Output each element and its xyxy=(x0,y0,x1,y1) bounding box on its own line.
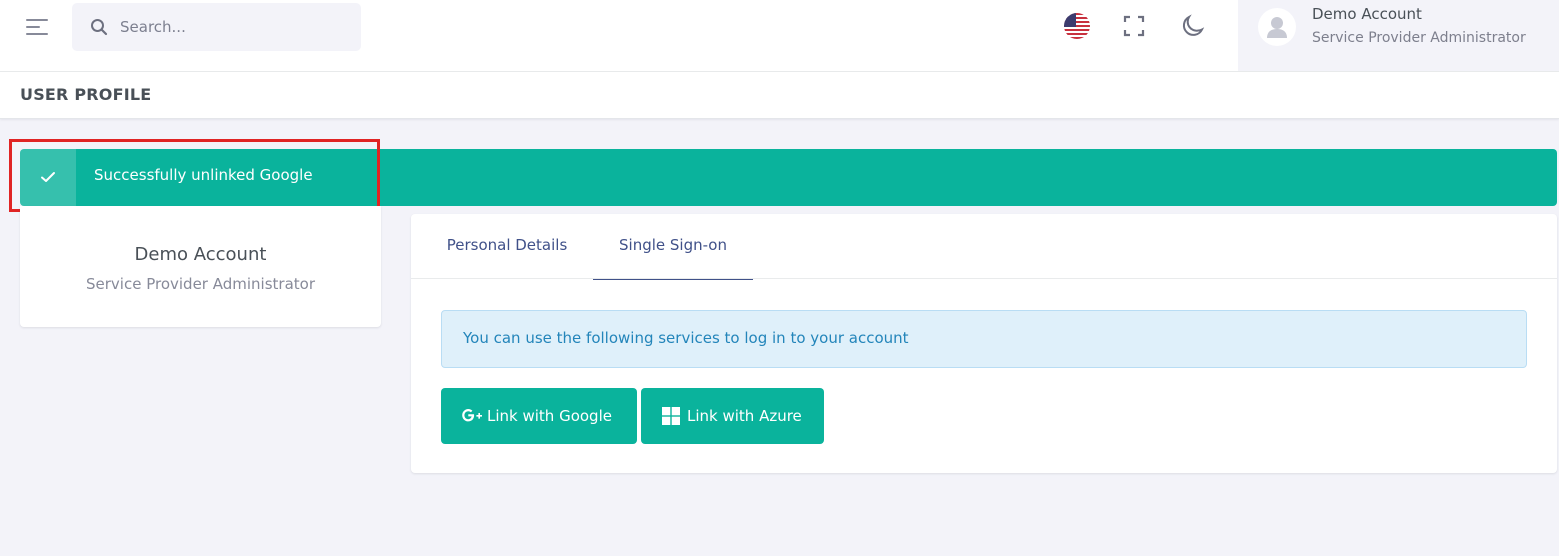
dark-mode-moon-icon[interactable] xyxy=(1180,13,1206,39)
profile-tabs-card: Personal Details Single Sign-on You can … xyxy=(411,214,1557,473)
link-google-button[interactable]: Link with Google xyxy=(441,388,637,444)
active-tab-indicator xyxy=(593,279,753,280)
avatar xyxy=(1258,8,1296,46)
google-plus-icon xyxy=(462,409,482,422)
tab-single-sign-on[interactable]: Single Sign-on xyxy=(593,214,753,280)
profile-card: Demo Account Service Provider Administra… xyxy=(20,206,381,327)
info-alert: You can use the following services to lo… xyxy=(441,310,1527,368)
windows-icon xyxy=(662,407,680,425)
check-icon xyxy=(20,149,76,206)
tab-label: Single Sign-on xyxy=(619,236,727,254)
alert-message: Successfully unlinked Google xyxy=(94,166,313,184)
search-input[interactable] xyxy=(120,3,350,51)
profile-role: Service Provider Administrator xyxy=(86,275,315,293)
success-alert: Successfully unlinked Google xyxy=(20,149,1557,206)
fullscreen-icon[interactable] xyxy=(1122,14,1146,38)
user-dropdown[interactable]: Demo Account Service Provider Administra… xyxy=(1238,0,1559,71)
search-box xyxy=(72,3,361,51)
link-google-label: Link with Google xyxy=(487,407,612,425)
profile-name: Demo Account xyxy=(134,244,267,265)
page-title-bar: USER PROFILE xyxy=(0,72,1559,119)
info-message: You can use the following services to lo… xyxy=(463,329,909,347)
topbar: Demo Account Service Provider Administra… xyxy=(0,0,1559,72)
user-role: Service Provider Administrator xyxy=(1312,30,1526,46)
user-name: Demo Account xyxy=(1312,5,1422,23)
search-icon xyxy=(91,19,108,36)
tab-label: Personal Details xyxy=(446,236,568,254)
page-title: USER PROFILE xyxy=(20,85,152,104)
us-flag-icon[interactable] xyxy=(1064,13,1090,39)
hamburger-menu-icon[interactable] xyxy=(22,14,54,42)
tab-personal-details[interactable]: Personal Details xyxy=(421,214,593,279)
link-azure-label: Link with Azure xyxy=(687,407,802,425)
tab-bar: Personal Details Single Sign-on xyxy=(411,214,1557,280)
link-azure-button[interactable]: Link with Azure xyxy=(641,388,824,444)
